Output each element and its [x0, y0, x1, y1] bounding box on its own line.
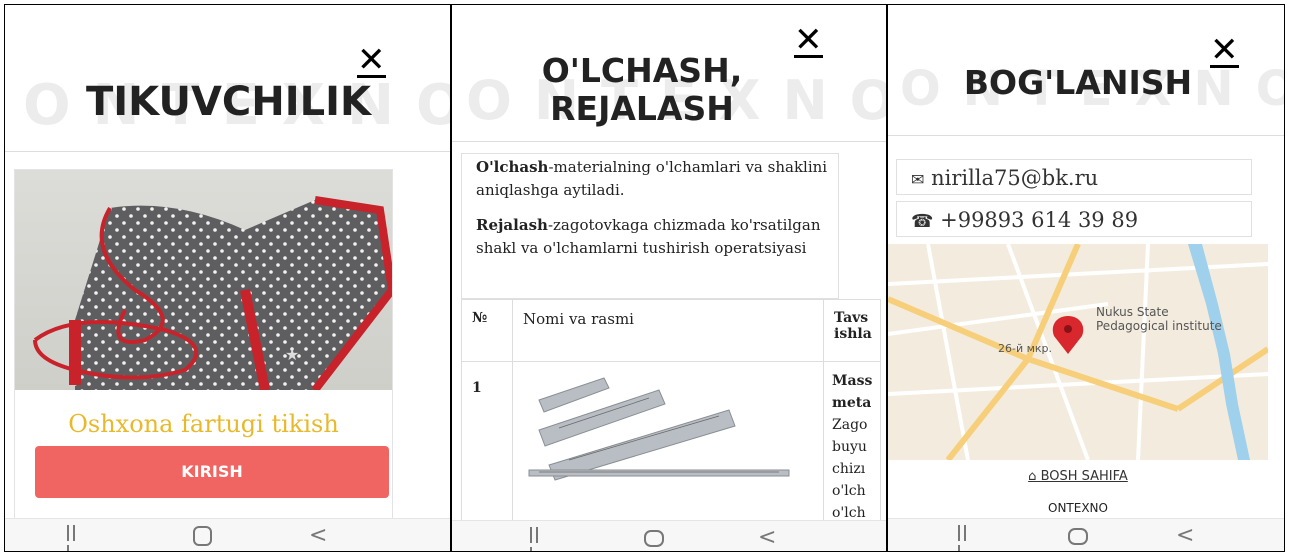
android-nav-bar: < [888, 518, 1284, 551]
page-title: TIKUVCHILIK [86, 79, 371, 125]
phone-icon: ☎ [911, 211, 934, 232]
description-line: buyu [832, 439, 867, 455]
phone-text: +99893 614 39 89 [940, 208, 1139, 232]
table-header-name: Nomi va rasmi [512, 299, 824, 362]
footer-brand: ONTEXNO [1048, 501, 1108, 515]
page-title-line-1: O'LCHASH, [541, 51, 743, 90]
description-title: Mass meta [832, 373, 873, 411]
back-icon[interactable]: < [309, 523, 327, 548]
svg-text:★: ★ [285, 345, 299, 364]
description-line: chizı [832, 461, 866, 477]
home-button-icon[interactable] [193, 526, 212, 546]
tools-table: № Nomi va rasmi Tavs ishla 1 Mass meta Z… [461, 299, 881, 532]
olchash-screen: ONTEXNO ✕ O'LCHASH, REJALASH O'lchash-ma… [451, 4, 887, 552]
kirish-button[interactable]: KIRISH [35, 446, 389, 498]
home-link-text: BOSH SAHIFA [1040, 469, 1128, 484]
divider [5, 151, 450, 152]
email-row[interactable]: ✉ nirilla75@bk.ru [896, 159, 1252, 195]
back-icon[interactable]: < [758, 525, 776, 550]
recent-apps-icon[interactable] [958, 525, 974, 551]
description-line: Zago [832, 417, 868, 433]
boglanish-screen: ONTEXNO ✕ BOG'LANISH ✉ nirilla75@bk.ru ☎… [887, 4, 1285, 552]
divider [888, 135, 1284, 136]
location-map[interactable]: Nukus State Pedagogical institute 26-й м… [888, 244, 1268, 460]
tikuvchilik-screen: ONTEXNO ✕ TIKUVCHILIK ★ Oshxona fartugi … [4, 4, 451, 552]
home-button-icon[interactable] [1068, 528, 1088, 545]
apron-image: ★ [15, 170, 392, 390]
description-line: o'lch [832, 483, 866, 499]
table-cell-image [512, 361, 824, 532]
home-button-icon[interactable] [644, 530, 664, 547]
map-place-label-1: Nukus State [1096, 305, 1169, 319]
rejalash-term: Rejalash [476, 216, 548, 234]
android-nav-bar: < [5, 518, 450, 551]
divider [452, 141, 886, 142]
definition-box: O'lchash-materialning o'lchamlari va sha… [461, 153, 839, 299]
map-district-label: 26-й мкр. [998, 342, 1052, 355]
android-nav-bar: < [452, 520, 886, 551]
envelope-icon: ✉ [911, 170, 925, 189]
course-card[interactable]: ★ Oshxona fartugi tikish KIRISH [14, 169, 393, 523]
close-icon[interactable]: ✕ [357, 43, 386, 78]
rulers-image [528, 377, 790, 481]
phone-row[interactable]: ☎ +99893 614 39 89 [896, 201, 1252, 237]
map-place-label-2: Pedagogical institute [1096, 319, 1222, 333]
back-icon[interactable]: < [1176, 523, 1194, 548]
page-title: BOG'LANISH [963, 63, 1193, 102]
table-cell-number: 1 [461, 361, 513, 532]
recent-apps-icon[interactable] [67, 525, 83, 551]
home-icon: ⌂ [1028, 469, 1037, 484]
page-title-line-2: REJALASH [550, 89, 734, 128]
recent-apps-icon[interactable] [530, 527, 546, 551]
table-header-number: № [461, 299, 513, 362]
email-text: nirilla75@bk.ru [931, 166, 1099, 190]
close-icon[interactable]: ✕ [794, 23, 823, 58]
course-caption: Oshxona fartugi tikish [68, 410, 339, 438]
home-link[interactable]: ⌂ BOSH SAHIFA [888, 469, 1268, 484]
table-cell-description: Mass meta Zago buyu chizı o'lch o'lch [823, 361, 881, 532]
table-header-description: Tavs ishla [823, 299, 881, 362]
olchash-term: O'lchash [476, 158, 549, 176]
